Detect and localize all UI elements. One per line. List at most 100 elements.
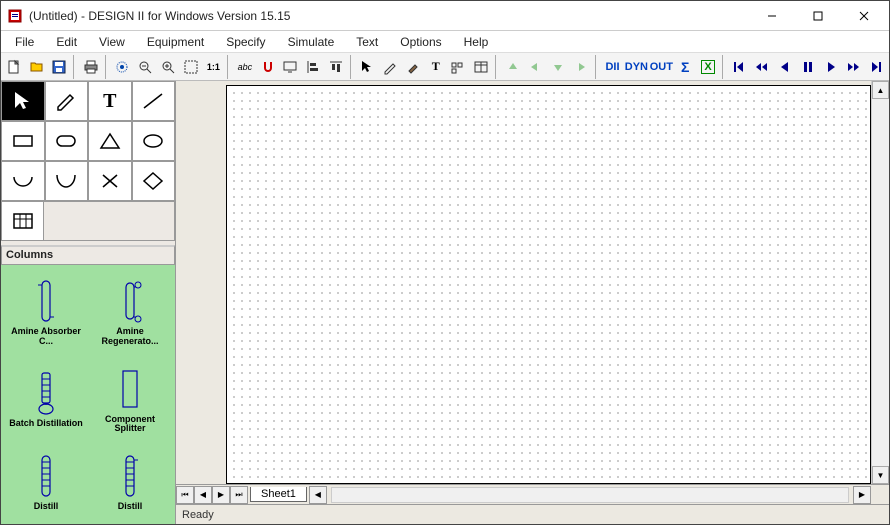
column-icon (110, 277, 150, 325)
excel-button[interactable]: X (697, 55, 719, 79)
close-button[interactable] (841, 1, 887, 31)
menu-text[interactable]: Text (346, 33, 388, 51)
equip-label: Batch Distillation (9, 419, 83, 429)
equip-component-splitter[interactable]: Component Splitter (89, 357, 171, 443)
ellipse-tool[interactable] (132, 121, 176, 161)
draw-button[interactable] (379, 55, 401, 79)
menubar: File Edit View Equipment Specify Simulat… (1, 31, 889, 53)
zoom-in-button[interactable] (157, 55, 179, 79)
diamond-tool[interactable] (132, 161, 176, 201)
curve-tool[interactable] (45, 161, 89, 201)
display-button[interactable] (280, 55, 302, 79)
toolbar: 1:1 abc T DII DYN OUT Σ X (1, 53, 889, 81)
equip-amine-absorber[interactable]: Amine Absorber C... (5, 269, 87, 355)
minimize-button[interactable] (749, 1, 795, 31)
cursor-tool[interactable] (1, 81, 45, 121)
play-button[interactable] (820, 55, 842, 79)
sheet-next-button[interactable]: ▶ (212, 486, 230, 504)
equip-amine-regenerator[interactable]: Amine Regenerato... (89, 269, 171, 355)
first-button[interactable] (729, 55, 751, 79)
equip-label: Amine Regenerato... (91, 327, 169, 347)
text-button[interactable]: T (425, 55, 447, 79)
nav-up-button[interactable] (502, 55, 524, 79)
menu-file[interactable]: File (5, 33, 44, 51)
text-tool[interactable]: T (88, 81, 132, 121)
status-text: Ready (182, 509, 214, 521)
equip-distill-2[interactable]: Distill (89, 444, 171, 520)
pause-button[interactable] (797, 55, 819, 79)
brush-button[interactable] (402, 55, 424, 79)
equipment-grid: Amine Absorber C... Amine Regenerato... … (1, 265, 175, 524)
triangle-tool[interactable] (88, 121, 132, 161)
scroll-down-button[interactable]: ▼ (872, 466, 889, 484)
save-button[interactable] (49, 55, 71, 79)
rectangle-tool[interactable] (1, 121, 45, 161)
drawing-canvas[interactable] (226, 85, 871, 484)
maximize-button[interactable] (795, 1, 841, 31)
equip-batch-distillation[interactable]: Batch Distillation (5, 357, 87, 443)
horizontal-scrollbar[interactable] (331, 487, 849, 503)
prev-button[interactable] (774, 55, 796, 79)
nav-left-button[interactable] (525, 55, 547, 79)
zoom-out-button[interactable] (134, 55, 156, 79)
scroll-track[interactable] (872, 99, 889, 466)
dii-button[interactable]: DII (602, 55, 624, 79)
sheet-last-button[interactable]: ⏭ (230, 486, 248, 504)
grid-button[interactable] (448, 55, 470, 79)
new-button[interactable] (3, 55, 25, 79)
menu-edit[interactable]: Edit (46, 33, 87, 51)
table-tool[interactable] (1, 201, 44, 241)
sheet-prev-button[interactable]: ◀ (194, 486, 212, 504)
column-icon (26, 277, 66, 325)
column-icon (26, 452, 66, 500)
sheet-tab[interactable]: Sheet1 (250, 487, 307, 502)
align-left-button[interactable] (302, 55, 324, 79)
rewind-button[interactable] (751, 55, 773, 79)
zoom-region-button[interactable] (180, 55, 202, 79)
menu-view[interactable]: View (89, 33, 135, 51)
snap-button[interactable] (257, 55, 279, 79)
arc-tool[interactable] (1, 161, 45, 201)
cross-tool[interactable] (88, 161, 132, 201)
sigma-button[interactable]: Σ (674, 55, 696, 79)
last-button[interactable] (865, 55, 887, 79)
scroll-up-button[interactable]: ▲ (872, 81, 889, 99)
hscroll-right-button[interactable]: ▶ (853, 486, 871, 504)
menu-simulate[interactable]: Simulate (278, 33, 345, 51)
equip-label: Distill (34, 502, 59, 512)
text-tool-button[interactable]: abc (234, 55, 256, 79)
preview-button[interactable] (111, 55, 133, 79)
menu-equipment[interactable]: Equipment (137, 33, 214, 51)
line-tool[interactable] (132, 81, 176, 121)
hscroll-left-button[interactable]: ◀ (309, 486, 327, 504)
sheet-nav: ⏮ ◀ ▶ ⏭ (176, 486, 248, 504)
columns-section-header[interactable]: Columns (1, 245, 175, 265)
select-button[interactable] (357, 55, 379, 79)
pencil-tool[interactable] (45, 81, 89, 121)
extra-tool-row (1, 201, 175, 241)
dyn-button[interactable]: DYN (624, 55, 648, 79)
titlebar: (Untitled) - DESIGN II for Windows Versi… (1, 1, 889, 31)
shape-tool-palette: T (1, 81, 175, 201)
statusbar: Ready (176, 504, 889, 524)
canvas-area: ▲ ▼ ⏮ ◀ ▶ ⏭ Sheet1 ◀ ▶ Ready (176, 81, 889, 524)
out-button[interactable]: OUT (649, 55, 673, 79)
menu-specify[interactable]: Specify (216, 33, 275, 51)
align-top-button[interactable] (325, 55, 347, 79)
vertical-scrollbar[interactable]: ▲ ▼ (871, 81, 889, 484)
equip-distill-1[interactable]: Distill (5, 444, 87, 520)
table-button[interactable] (470, 55, 492, 79)
equip-label: Component Splitter (91, 415, 169, 435)
print-button[interactable] (80, 55, 102, 79)
sheet-first-button[interactable]: ⏮ (176, 486, 194, 504)
menu-options[interactable]: Options (390, 33, 451, 51)
zoom-11-button[interactable]: 1:1 (203, 55, 225, 79)
nav-down-button[interactable] (547, 55, 569, 79)
nav-right-button[interactable] (570, 55, 592, 79)
sheet-bar: ⏮ ◀ ▶ ⏭ Sheet1 ◀ ▶ (176, 484, 889, 504)
open-button[interactable] (26, 55, 48, 79)
rounded-rect-tool[interactable] (45, 121, 89, 161)
forward-button[interactable] (842, 55, 864, 79)
menu-help[interactable]: Help (454, 33, 499, 51)
equip-label: Distill (118, 502, 143, 512)
